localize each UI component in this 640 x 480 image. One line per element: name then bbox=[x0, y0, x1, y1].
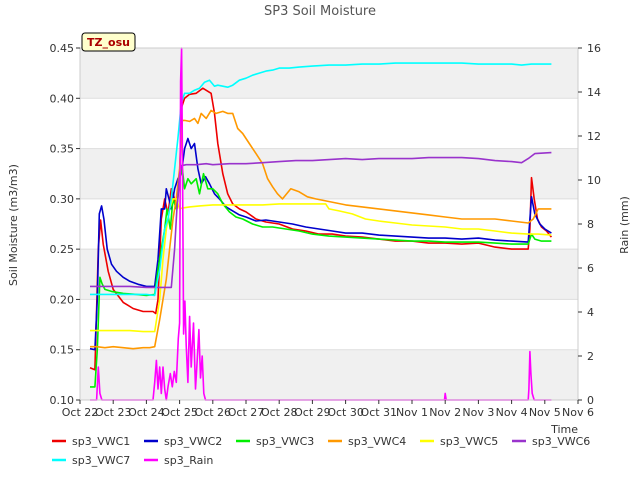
legend-item-sp3_VWC4: sp3_VWC4 bbox=[328, 435, 406, 448]
x-tick-label: Oct 31 bbox=[361, 406, 398, 419]
legend-item-sp3_VWC2: sp3_VWC2 bbox=[144, 435, 222, 448]
x-tick-label: Oct 30 bbox=[327, 406, 364, 419]
y2-tick-label: 6 bbox=[587, 262, 594, 275]
x-tick-label: Nov 3 bbox=[462, 406, 494, 419]
legend-item-sp3_VWC5: sp3_VWC5 bbox=[420, 435, 498, 448]
y2-tick-label: 12 bbox=[587, 130, 601, 143]
y-axis-label: Soil Moisture (m3/m3) bbox=[7, 164, 20, 286]
legend-item-sp3_VWC6: sp3_VWC6 bbox=[512, 435, 590, 448]
x-tick-label: Nov 4 bbox=[496, 406, 528, 419]
legend-item-sp3_VWC7: sp3_VWC7 bbox=[52, 454, 130, 467]
x-tick-label: Oct 26 bbox=[195, 406, 232, 419]
legend-label: sp3_VWC2 bbox=[164, 435, 222, 448]
y2-tick-label: 10 bbox=[587, 174, 601, 187]
y-tick-label: 0.25 bbox=[50, 243, 75, 256]
y-tick-label: 0.30 bbox=[50, 193, 75, 206]
legend-label: sp3_VWC6 bbox=[532, 435, 590, 448]
y2-axis-label: Rain (mm) bbox=[618, 196, 631, 254]
y2-tick-label: 8 bbox=[587, 218, 594, 231]
legend-item-sp3_VWC3: sp3_VWC3 bbox=[236, 435, 314, 448]
x-tick-label: Nov 1 bbox=[396, 406, 428, 419]
y2-tick-label: 4 bbox=[587, 306, 594, 319]
legend-item-sp3_Rain: sp3_Rain bbox=[144, 454, 213, 467]
x-tick-label: Nov 5 bbox=[529, 406, 561, 419]
site-badge: TZ_osu bbox=[81, 32, 136, 52]
x-tick-label: Oct 23 bbox=[95, 406, 132, 419]
grid-band bbox=[80, 48, 578, 99]
y2-tick-label: 14 bbox=[587, 86, 601, 99]
y-tick-label: 0.35 bbox=[50, 143, 75, 156]
grid-band bbox=[80, 148, 578, 199]
y-tick-label: 0.15 bbox=[50, 344, 75, 357]
y2-tick-label: 2 bbox=[587, 350, 594, 363]
x-tick-label: Nov 6 bbox=[562, 406, 594, 419]
y2-tick-label: 16 bbox=[587, 42, 601, 55]
x-tick-label: Oct 25 bbox=[161, 406, 198, 419]
legend-label: sp3_VWC4 bbox=[348, 435, 406, 448]
x-tick-label: Nov 2 bbox=[429, 406, 461, 419]
site-badge-label: TZ_osu bbox=[87, 36, 130, 49]
legend-label: sp3_VWC3 bbox=[256, 435, 314, 448]
x-tick-label: Oct 28 bbox=[261, 406, 298, 419]
y-tick-label: 0.40 bbox=[50, 92, 75, 105]
y-tick-label: 0.20 bbox=[50, 293, 75, 306]
x-tick-label: Oct 27 bbox=[228, 406, 265, 419]
soil-moisture-chart: 0.100.150.200.250.300.350.400.4502468101… bbox=[7, 4, 631, 467]
legend-label: sp3_VWC5 bbox=[440, 435, 498, 448]
chart-title: SP3 Soil Moisture bbox=[264, 4, 376, 19]
legend: sp3_VWC1 sp3_VWC2 sp3_VWC3 sp3_VWC4 sp3_VWC5… bbox=[52, 435, 590, 467]
legend-item-sp3_VWC1: sp3_VWC1 bbox=[52, 435, 130, 448]
legend-label: sp3_Rain bbox=[164, 454, 213, 467]
x-tick-label: Oct 29 bbox=[294, 406, 331, 419]
x-tick-label: Oct 24 bbox=[128, 406, 165, 419]
legend-label: sp3_VWC1 bbox=[72, 435, 130, 448]
x-tick-label: Oct 22 bbox=[62, 406, 99, 419]
y-tick-label: 0.45 bbox=[50, 42, 75, 55]
legend-label: sp3_VWC7 bbox=[72, 454, 130, 467]
